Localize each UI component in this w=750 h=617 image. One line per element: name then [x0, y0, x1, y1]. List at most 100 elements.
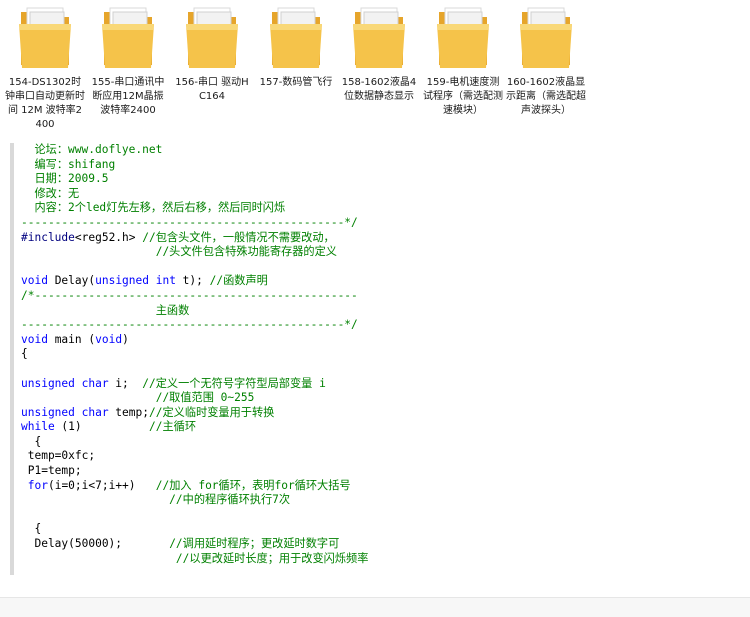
code-token: //定义一个无符号字符型局部变量 i [142, 376, 326, 390]
code-token: for [27, 478, 48, 492]
code-line: 主函数 [21, 304, 742, 319]
code-line: for(i=0;i<7;i++) //加入 for循环，表明for循环大括号 [21, 479, 742, 494]
code-line: ----------------------------------------… [21, 216, 742, 231]
code-line: unsigned char i; //定义一个无符号字符型局部变量 i [21, 377, 742, 392]
folder-name: 159-电机速度测试程序（需选配测速模块） [423, 77, 503, 116]
code-token: unsigned char [21, 405, 109, 419]
folder-grid: 154-DS1302时钟串口自动更新时间 12M 波特率2400 155-串口通讯… [0, 0, 750, 135]
code-token: (i=0;i<7;i++) [47, 478, 156, 492]
code-line: //中的程序循环执行7次 [21, 493, 742, 508]
code-token: Delay(50000); [21, 537, 170, 551]
code-token: //函数声明 [209, 274, 268, 288]
code-token: { [21, 434, 42, 448]
folder-name: 154-DS1302时钟串口自动更新时间 12M 波特率2400 [5, 77, 85, 130]
code-line: /*--------------------------------------… [21, 289, 742, 304]
code-token: { [21, 347, 28, 361]
code-token: main ( [47, 332, 96, 346]
code-token: 日期：2009.5 [21, 172, 109, 186]
folder-name: 155-串口通讯中断应用12M晶振波特率2400 [91, 77, 165, 116]
code-line: #include<reg52.h> //包含头文件，一般情况不需要改动， [21, 231, 742, 246]
folder-item[interactable]: 154-DS1302时钟串口自动更新时间 12M 波特率2400 [5, 2, 85, 132]
folder-icon [520, 7, 572, 68]
folder-icon [353, 7, 405, 68]
code-line: //取值范围 0~255 [21, 391, 742, 406]
code-token: 编写：shifang [21, 157, 116, 171]
folder-name: 158-1602液晶4位数据静态显示 [341, 77, 417, 102]
code-token: i; [108, 376, 143, 390]
code-token: temp; [108, 405, 149, 419]
code-line: 论坛：www.doflye.net [21, 143, 742, 158]
code-line: ​ [21, 566, 742, 575]
code-line: unsigned char temp;//定义临时变量用于转换 [21, 406, 742, 421]
code-line: { [21, 522, 742, 537]
code-line: temp=0xfc; [21, 449, 742, 464]
code-line: 内容：2个led灯先左移，然后右移，然后同时闪烁 [21, 201, 742, 216]
code-line: 编写：shifang [21, 158, 742, 173]
code-token: Delay( [47, 274, 96, 288]
code-token: ----------------------------------------… [21, 318, 358, 332]
bottom-divider [0, 597, 750, 617]
folder-item[interactable]: 158-1602液晶4位数据静态显示 [339, 2, 419, 104]
code-token: /*--------------------------------------… [21, 288, 358, 302]
code-line: { [21, 347, 742, 362]
code-line: P1=temp; [21, 464, 742, 479]
code-token: unsigned int [95, 274, 176, 288]
code-token: 论坛：www.doflye.net [21, 143, 163, 156]
folder-item[interactable]: 156-串口 驱动HC164 [172, 2, 252, 104]
folder-icon [270, 7, 322, 68]
code-token: temp=0xfc; [21, 449, 96, 463]
code-line: 修改：无 [21, 187, 742, 202]
folder-name: 160-1602液晶显示距离（需选配超声波探头） [506, 77, 586, 116]
folder-name: 157-数码管飞行 [259, 77, 333, 88]
code-token: t); [175, 274, 210, 288]
folder-item[interactable]: 159-电机速度测试程序（需选配测速模块） [423, 2, 503, 118]
folder-icon [102, 7, 154, 68]
code-token: ----------------------------------------… [21, 215, 358, 229]
folder-icon [186, 7, 238, 68]
code-token: ) [122, 332, 129, 346]
folder-name: 156-串口 驱动HC164 [175, 77, 249, 102]
code-line: { [21, 435, 742, 450]
code-line: ​ [21, 362, 742, 377]
code-token: //加入 for循环，表明for循环大括号 [155, 478, 351, 492]
code-token: <reg52.h> [74, 230, 143, 244]
code-viewer[interactable]: 论坛：www.doflye.net 编写：shifang 日期：2009.5 修… [10, 143, 742, 575]
folder-item[interactable]: 157-数码管飞行 [256, 2, 336, 90]
folder-item[interactable]: 160-1602液晶显示距离（需选配超声波探头） [506, 2, 586, 118]
code-token: (1) [54, 420, 149, 434]
folder-icon [19, 7, 71, 68]
code-token: //主循环 [148, 420, 197, 434]
code-token: #include [21, 230, 75, 244]
code-token: while [21, 420, 55, 434]
code-token: 内容：2个led灯先左移，然后右移，然后同时闪烁 [21, 201, 286, 215]
code-token: //取值范围 0~255 [21, 391, 255, 405]
code-token: //以更改延时长度；用于改变闪烁频率 [21, 551, 369, 565]
code-token: void [21, 274, 48, 288]
folder-icon [437, 7, 489, 68]
code-line: //头文件包含特殊功能寄存器的定义 [21, 245, 742, 260]
code-token: { [21, 522, 42, 536]
code-line: void Delay(unsigned int t); //函数声明 [21, 274, 742, 289]
code-token: //调用延时程序；更改延时数字可 [169, 537, 340, 551]
code-token: 主函数 [21, 303, 190, 317]
code-token: 修改：无 [21, 186, 80, 200]
code-token: //包含头文件，一般情况不需要改动， [142, 230, 335, 244]
code-line: //以更改延时长度；用于改变闪烁频率 [21, 552, 742, 567]
code-token: unsigned char [21, 376, 109, 390]
code-line: ​ [21, 508, 742, 523]
code-line: Delay(50000); //调用延时程序；更改延时数字可 [21, 537, 742, 552]
folder-item[interactable]: 155-串口通讯中断应用12M晶振波特率2400 [88, 2, 168, 118]
code-token: P1=temp; [21, 464, 82, 478]
code-line: 日期：2009.5 [21, 172, 742, 187]
code-text: 论坛：www.doflye.net 编写：shifang 日期：2009.5 修… [14, 143, 742, 575]
code-line: ​ [21, 260, 742, 275]
code-token: //头文件包含特殊功能寄存器的定义 [21, 245, 337, 259]
code-line: ----------------------------------------… [21, 318, 742, 333]
code-token: void [21, 332, 48, 346]
code-line: void main (void) [21, 333, 742, 348]
code-line: while (1) //主循环 [21, 420, 742, 435]
code-token: //中的程序循环执行7次 [21, 493, 291, 507]
code-token: //定义临时变量用于转换 [148, 405, 275, 419]
code-token: void [95, 332, 123, 346]
